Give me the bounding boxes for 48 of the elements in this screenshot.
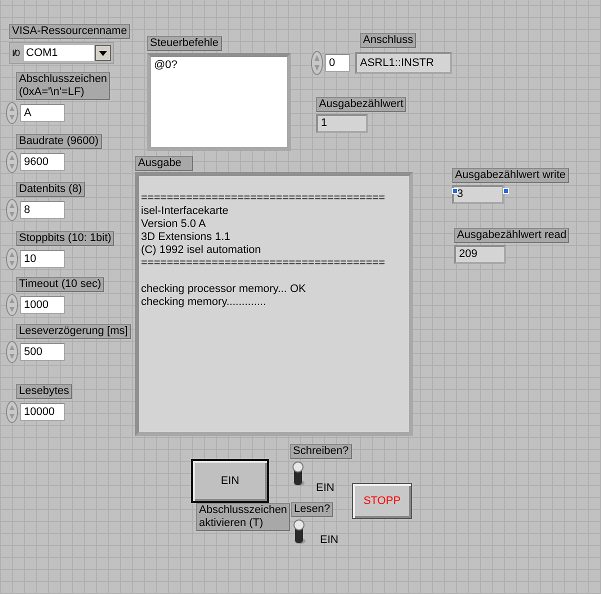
port-indicator: ASRL1::INSTR xyxy=(355,52,452,74)
number-field[interactable]: 0 xyxy=(325,54,350,72)
selection-handle[interactable] xyxy=(503,188,509,194)
numeric-indicator: 3 xyxy=(452,185,504,204)
control-label: Stoppbits (10: 1bit) xyxy=(16,231,114,246)
switch-label: Schreiben? xyxy=(290,444,352,459)
numeric-indicator: 1 xyxy=(316,114,368,133)
control-label: Leseverzögerung [ms] xyxy=(16,324,131,339)
indicator-label: Ausgabezählwert read xyxy=(454,228,570,243)
control-label: Abschlusszeichen (0xA='\n'=LF) xyxy=(16,72,110,100)
spinner-icon[interactable] xyxy=(6,199,18,221)
control-label: Datenbits (8) xyxy=(16,182,85,197)
output-text-display: ====================================== isel-Interfacekarte Version 5.0 A 3D Extensions 1.1 (C) 1992 isel automation ====================================== checking processor memory... OK checking memory............. xyxy=(135,172,413,436)
numeric-indicator: 209 xyxy=(454,245,506,264)
number-field[interactable]: A xyxy=(20,104,65,122)
io-mark: I/0 xyxy=(12,48,21,58)
toggle-switch[interactable] xyxy=(292,519,306,545)
control-label: Steuerbefehle xyxy=(147,36,222,51)
selection-handle[interactable] xyxy=(452,188,458,194)
switch-label: Lesen? xyxy=(291,502,334,517)
toggle-switch[interactable] xyxy=(291,461,305,487)
control-label: Timeout (10 sec) xyxy=(16,277,104,292)
control-label: Anschluss xyxy=(360,33,416,48)
spinner-icon[interactable] xyxy=(6,294,18,316)
toggle-button[interactable]: EIN xyxy=(191,459,269,503)
control-label: Ausgabe xyxy=(135,156,193,171)
indicator-label: Ausgabezählwert write xyxy=(452,168,569,183)
number-field[interactable]: 10000 xyxy=(20,403,65,421)
number-field[interactable]: 1000 xyxy=(20,296,65,314)
number-field[interactable]: 500 xyxy=(20,343,65,361)
spinner-icon[interactable] xyxy=(311,51,323,75)
spinner-icon[interactable] xyxy=(6,248,18,270)
control-label: VISA-Ressourcenname xyxy=(9,24,130,39)
number-field[interactable]: 9600 xyxy=(20,153,65,171)
command-text-field[interactable]: @0? xyxy=(147,53,291,151)
spinner-icon[interactable] xyxy=(6,401,18,423)
spinner-icon[interactable] xyxy=(6,102,18,124)
switch-state-text: EIN xyxy=(316,482,334,494)
control-label: Abschlusszeichen aktivieren (T) xyxy=(196,503,290,531)
resource-dropdown[interactable]: I/0 COM1 xyxy=(9,42,114,64)
indicator-label: Ausgabezählwert xyxy=(316,97,406,112)
switch-state-text: EIN xyxy=(320,534,338,546)
spinner-icon[interactable] xyxy=(6,341,18,363)
number-field[interactable]: 8 xyxy=(20,201,65,219)
number-field[interactable]: 10 xyxy=(20,250,65,268)
control-label: Baudrate (9600) xyxy=(16,134,102,149)
spinner-icon[interactable] xyxy=(6,151,18,173)
control-label: Lesebytes xyxy=(16,384,72,399)
